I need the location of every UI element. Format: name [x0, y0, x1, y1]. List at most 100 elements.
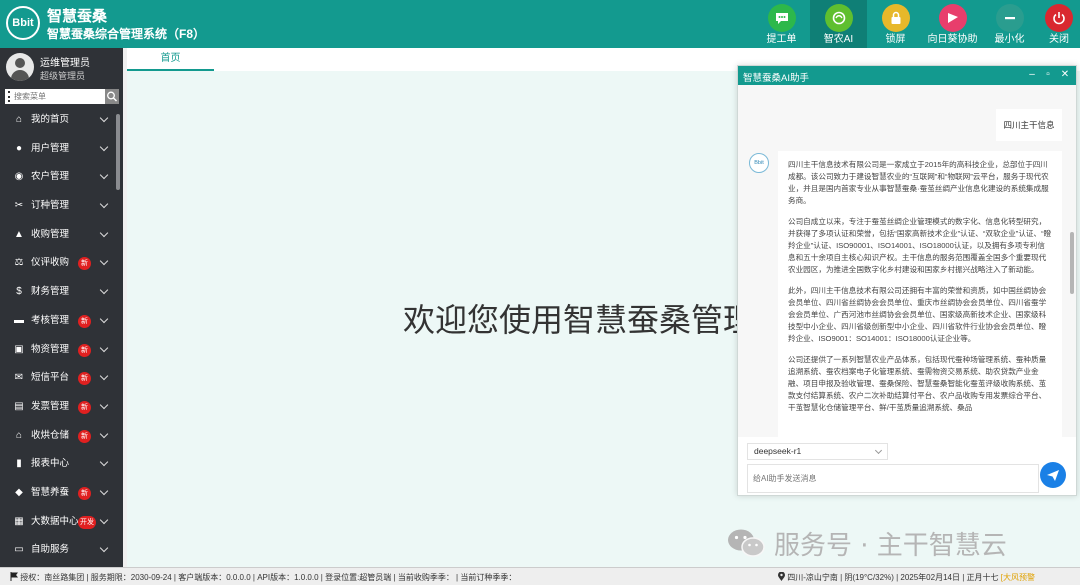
- system-title: 智慧蚕桑综合管理系统（F8）: [47, 27, 206, 41]
- sidebar-item[interactable]: ▲ 收购管理: [0, 221, 123, 250]
- status-text-left: 授权：南丝路集团 | 服务期限：2030-09-24 | 客户端版本：0.0.0…: [20, 573, 517, 582]
- ai-response-paragraph: 此外，四川主干信息技术有限公司还拥有丰富的荣誉和资质，如中国丝绸协会会员单位、四…: [788, 286, 1047, 343]
- ai-window-title: 智慧蚕桑AI助手: [743, 73, 809, 84]
- sidebar-item[interactable]: ▤ 发票管理新: [0, 393, 123, 422]
- sidebar-item[interactable]: ▦ 大数据中心 开发: [0, 508, 123, 537]
- ai-button[interactable]: 智农AI: [810, 0, 867, 48]
- sidebar-item[interactable]: ● 用户管理: [0, 135, 123, 164]
- sidebar-item[interactable]: ▣ 物资管理新: [0, 336, 123, 365]
- scale-icon: ⚖: [14, 257, 24, 269]
- sidebar-item-label: 财务管理: [31, 286, 70, 298]
- chat-message-input[interactable]: [747, 464, 1039, 493]
- user-icon: ●: [15, 142, 23, 154]
- app-header: Bbit 智慧蚕桑 智慧蚕桑综合管理系统（F8） 提工单 智农AI 锁屏 向日葵…: [0, 0, 1080, 48]
- status-bar: 授权：南丝路集团 | 服务期限：2030-09-24 | 客户端版本：0.0.0…: [0, 567, 1080, 585]
- new-badge: 开发: [78, 515, 96, 529]
- ai-titlebar[interactable]: 智慧蚕桑AI助手 – ▫ ✕: [738, 66, 1076, 85]
- avatar: [6, 53, 34, 81]
- user-role: 超级管理员: [40, 71, 86, 81]
- ticket-button[interactable]: 提工单: [753, 0, 810, 48]
- chevron-down-icon: [99, 371, 109, 381]
- chat-icon: [767, 4, 796, 32]
- sidebar-item[interactable]: ⌂ 收烘仓储新: [0, 422, 123, 451]
- sidebar-item[interactable]: ⚖ 仪评收购新: [0, 249, 123, 278]
- chevron-down-icon: [99, 314, 109, 324]
- sidebar-item-label: 用户管理: [31, 142, 70, 154]
- send-button[interactable]: [1040, 462, 1066, 488]
- remote-assist-button[interactable]: 向日葵协助: [924, 0, 981, 48]
- sidebar-item[interactable]: ⌂ 我的首页: [0, 106, 123, 135]
- lock-screen-label: 锁屏: [885, 34, 906, 45]
- drag-handle-icon: [8, 91, 10, 102]
- user-info[interactable]: 运维管理员 超级管理员: [0, 48, 123, 88]
- sidebar-item-label: 考核管理: [31, 314, 70, 326]
- sidebar-item[interactable]: ▭ 自助服务: [0, 536, 123, 565]
- user-message: 四川主干信息: [996, 109, 1062, 141]
- menu-search-input[interactable]: [14, 89, 104, 104]
- purchase-icon: ▲: [14, 228, 24, 240]
- chevron-down-icon: [99, 343, 109, 352]
- sidebar-item[interactable]: ▬ 考核管理新: [0, 307, 123, 336]
- new-badge: 新: [78, 314, 91, 328]
- remote-assist-icon: [938, 4, 967, 32]
- sidebar-item-label: 收购管理: [31, 228, 70, 240]
- sidebar-item[interactable]: ✂ 订种管理: [0, 192, 123, 221]
- ai-response-paragraph: 公司还提供了一系列智慧农业产品体系，包括现代蚕种场管理系统、蚕种质量追溯系统、蚕…: [788, 355, 1047, 412]
- chevron-down-icon: [99, 458, 109, 467]
- chevron-down-icon: [99, 544, 109, 553]
- sidebar-item-label: 物资管理: [31, 343, 70, 355]
- grid-icon: ▦: [14, 515, 24, 527]
- new-badge: 新: [78, 257, 91, 271]
- weather-alert[interactable]: [大风预警: [1001, 573, 1035, 582]
- chevron-down-icon: [874, 446, 883, 455]
- search-icon: [107, 91, 117, 102]
- sms-icon: ✉: [14, 372, 24, 384]
- tab-home[interactable]: 首页: [127, 48, 214, 71]
- sidebar-item[interactable]: ◉ 农户管理: [0, 163, 123, 192]
- new-badge: 新: [78, 400, 91, 414]
- sidebar-item[interactable]: ✉ 短信平台新: [0, 364, 123, 393]
- location-pin-icon: [778, 571, 785, 581]
- window-close-icon[interactable]: ✕: [1059, 68, 1071, 82]
- nav-menu: ⌂ 我的首页 ● 用户管理 ◉ 农户管理 ✂ 订种管理 ▲ 收购管理 ⚖ 仪评收购新 $ 财务管理 ▬ 考核管…: [0, 106, 123, 565]
- chevron-down-icon: [99, 400, 109, 410]
- chevron-down-icon: [99, 142, 109, 151]
- sidebar-item-label: 订种管理: [31, 200, 70, 212]
- sidebar-item-label: 收烘仓储: [31, 429, 70, 441]
- sidebar-item[interactable]: $ 财务管理: [0, 278, 123, 307]
- sidebar-item[interactable]: ◆ 智慧养蚕新: [0, 479, 123, 508]
- lock-screen-button[interactable]: 锁屏: [867, 0, 924, 48]
- folder-icon: ▬: [14, 314, 24, 326]
- sidebar-item-label: 大数据中心: [31, 515, 79, 527]
- status-location-date: 四川-凉山宁南 | 阴(19°C/32%) | 2025年02月14日 | 正月…: [778, 571, 1035, 583]
- brand-name: 智慧蚕桑: [47, 8, 108, 25]
- ai-icon: [824, 4, 853, 32]
- sidebar-item[interactable]: ▮ 报表中心: [0, 450, 123, 479]
- sidebar-scrollbar[interactable]: [116, 114, 120, 190]
- chat-scrollbar[interactable]: [1070, 232, 1074, 294]
- minimize-label: 最小化: [994, 34, 1025, 45]
- search-button[interactable]: [105, 89, 119, 104]
- model-select[interactable]: deepseek-r1: [747, 443, 888, 460]
- chevron-down-icon: [99, 486, 109, 496]
- flag-icon: [10, 572, 18, 581]
- sidebar-item-label: 仪评收购: [31, 257, 70, 269]
- minimize-button[interactable]: 最小化: [981, 0, 1038, 48]
- sidebar-item-label: 发票管理: [31, 400, 70, 412]
- sidebar-item-label: 短信平台: [31, 372, 70, 384]
- sidebar-item-label: 农户管理: [31, 171, 70, 183]
- chevron-down-icon: [99, 429, 109, 438]
- folder-open-icon: ▭: [14, 544, 24, 556]
- window-maximize-icon[interactable]: ▫: [1042, 68, 1054, 82]
- close-label: 关闭: [1049, 34, 1069, 45]
- close-button[interactable]: 关闭: [1038, 0, 1080, 48]
- ai-response: 四川主干信息技术有限公司是一家成立于2015年的高科技企业，总部位于四川成都。该…: [778, 151, 1062, 437]
- home-icon: ⌂: [15, 114, 23, 125]
- ai-response-paragraph: 四川主干信息技术有限公司是一家成立于2015年的高科技企业，总部位于四川成都。该…: [788, 160, 1049, 205]
- chevron-down-icon: [99, 199, 109, 209]
- sidebar-item-label: 智慧养蚕: [31, 486, 70, 498]
- window-minimize-icon[interactable]: –: [1026, 68, 1038, 82]
- remote-assist-label: 向日葵协助: [927, 34, 978, 45]
- ai-assistant-window: 智慧蚕桑AI助手 – ▫ ✕ 四川主干信息 Bbit 四川主干信息技术有限公司是…: [737, 65, 1077, 496]
- ai-response-paragraph: 公司自成立以来，专注于蚕茧丝绸企业管理模式的数字化、信息化转型研究，并获得了多项…: [788, 217, 1052, 274]
